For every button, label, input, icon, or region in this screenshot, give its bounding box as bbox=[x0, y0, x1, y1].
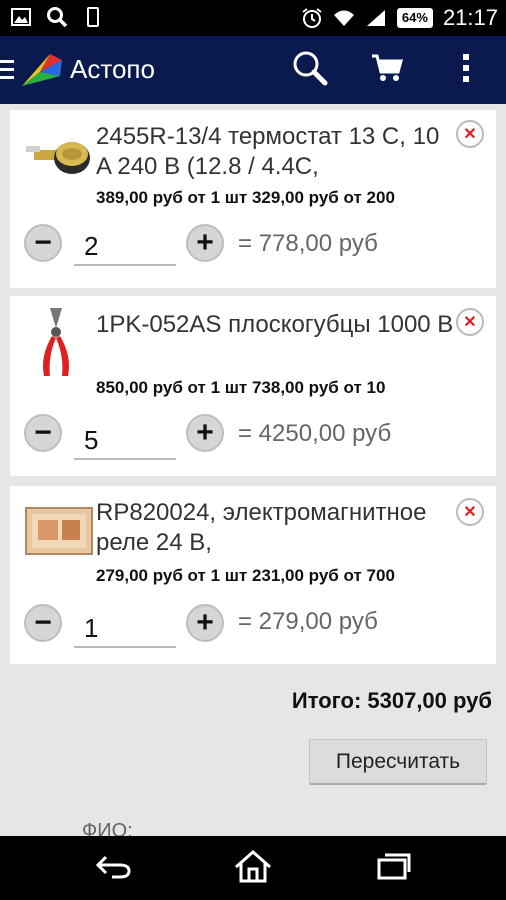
product-name: 1PK-052AS плоскогубцы 1000 B bbox=[96, 311, 454, 338]
recent-apps-button[interactable] bbox=[374, 850, 414, 886]
recalculate-button[interactable]: Пересчитать bbox=[309, 739, 487, 785]
more-vertical-icon bbox=[462, 53, 470, 88]
order-total: Итого: 5307,00 руб bbox=[291, 688, 492, 713]
remove-item-button[interactable]: ✕ bbox=[456, 308, 484, 336]
phone-notification-icon bbox=[82, 6, 104, 28]
minus-icon: − bbox=[34, 606, 52, 639]
increase-quantity-button[interactable]: + bbox=[186, 604, 224, 642]
back-button[interactable] bbox=[94, 850, 134, 886]
home-icon bbox=[233, 849, 273, 888]
cart-item-card: 1PK-052AS плоскогубцы 1000 B 850,00 руб … bbox=[10, 296, 496, 476]
product-price-tiers: 850,00 руб от 1 шт 738,00 руб от 10 bbox=[96, 378, 386, 397]
app-title: Астопо bbox=[70, 54, 155, 84]
product-image-relay bbox=[24, 502, 94, 564]
status-bar: 64% 21:17 bbox=[0, 0, 506, 36]
quantity-input[interactable]: 2 bbox=[74, 224, 176, 266]
product-name: RP820024, электромагнитное реле 24 B, bbox=[96, 499, 427, 556]
increase-quantity-button[interactable]: + bbox=[186, 224, 224, 262]
line-total: = 4250,00 руб bbox=[238, 420, 392, 447]
alarm-icon bbox=[301, 7, 323, 29]
battery-indicator: 64% bbox=[396, 8, 433, 28]
clock: 21:17 bbox=[442, 5, 498, 30]
product-name: 2455R-13/4 термостат 13 C, 10 A 240 B (1… bbox=[96, 123, 440, 180]
close-icon: ✕ bbox=[463, 504, 477, 521]
search-notification-icon bbox=[46, 6, 68, 28]
line-total: = 279,00 руб bbox=[238, 608, 378, 635]
minus-icon: − bbox=[34, 416, 52, 449]
cart-item-card: 2455R-13/4 термостат 13 C, 10 A 240 B (1… bbox=[10, 110, 496, 288]
close-icon: ✕ bbox=[463, 126, 477, 143]
product-price-tiers: 279,00 руб от 1 шт 231,00 руб от 700 bbox=[96, 566, 395, 585]
plus-icon: + bbox=[196, 416, 214, 449]
back-icon bbox=[95, 853, 132, 884]
app-logo bbox=[20, 50, 64, 90]
increase-quantity-button[interactable]: + bbox=[186, 414, 224, 452]
home-button[interactable] bbox=[233, 849, 273, 888]
cart-item-card: RP820024, электромагнитное реле 24 B, 27… bbox=[10, 486, 496, 664]
decrease-quantity-button[interactable]: − bbox=[24, 224, 62, 262]
app-bar: Астопо bbox=[0, 36, 506, 104]
search-button[interactable] bbox=[290, 50, 330, 90]
decrease-quantity-button[interactable]: − bbox=[24, 414, 62, 452]
cart-button[interactable] bbox=[367, 50, 407, 90]
product-price-tiers: 389,00 руб от 1 шт 329,00 руб от 200 bbox=[96, 188, 395, 207]
minus-icon: − bbox=[34, 226, 52, 259]
line-total: = 778,00 руб bbox=[238, 230, 378, 257]
remove-item-button[interactable]: ✕ bbox=[456, 498, 484, 526]
product-image-thermostat bbox=[24, 120, 94, 182]
quantity-input[interactable]: 1 bbox=[74, 606, 176, 648]
decrease-quantity-button[interactable]: − bbox=[24, 604, 62, 642]
cart-icon bbox=[371, 53, 403, 88]
overflow-menu-button[interactable] bbox=[446, 50, 486, 90]
plus-icon: + bbox=[196, 606, 214, 639]
close-icon: ✕ bbox=[463, 314, 477, 331]
wifi-icon bbox=[333, 7, 355, 29]
recent-apps-icon bbox=[377, 852, 411, 885]
product-image-pliers bbox=[24, 306, 94, 376]
drawer-toggle[interactable] bbox=[0, 60, 14, 84]
battery-level: 64% bbox=[396, 8, 433, 28]
gallery-notification-icon bbox=[10, 6, 32, 28]
search-icon bbox=[291, 49, 329, 92]
plus-icon: + bbox=[196, 226, 214, 259]
signal-icon bbox=[365, 7, 387, 29]
quantity-input[interactable]: 5 bbox=[74, 418, 176, 460]
system-navigation-bar bbox=[0, 836, 506, 900]
remove-item-button[interactable]: ✕ bbox=[456, 120, 484, 148]
